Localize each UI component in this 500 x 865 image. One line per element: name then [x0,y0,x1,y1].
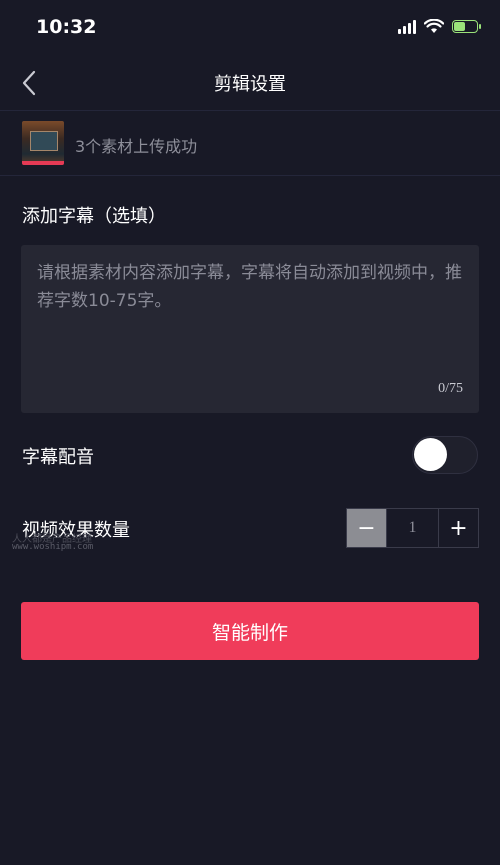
effects-count-value[interactable]: 1 [386,509,439,547]
nav-bar: 剪辑设置 [0,58,500,111]
upload-status-row: 3个素材上传成功 [0,111,500,176]
status-time: 10:32 [36,16,97,38]
voiceover-toggle[interactable] [412,436,478,474]
signal-icon [398,19,416,34]
char-counter: 0/75 [438,381,463,396]
effects-count-stepper: − 1 + [346,508,479,548]
voiceover-label: 字幕配音 [22,447,94,468]
page-title: 剪辑设置 [214,74,286,95]
caption-section-title: 添加字幕（选填） [22,206,166,227]
watermark-url: www.woshipm.com [12,542,94,552]
battery-icon [452,20,481,33]
status-icons [398,19,481,34]
decrement-button[interactable]: − [347,509,386,547]
increment-button[interactable]: + [439,509,478,547]
caption-box: 0/75 [21,245,479,413]
smart-create-button[interactable]: 智能制作 [21,602,479,660]
toggle-knob [414,438,447,471]
upload-status-text: 3个素材上传成功 [75,137,198,156]
wifi-icon [424,19,444,33]
status-bar: 10:32 [0,0,500,58]
caption-input[interactable] [37,259,463,369]
material-thumbnail[interactable] [22,121,64,165]
